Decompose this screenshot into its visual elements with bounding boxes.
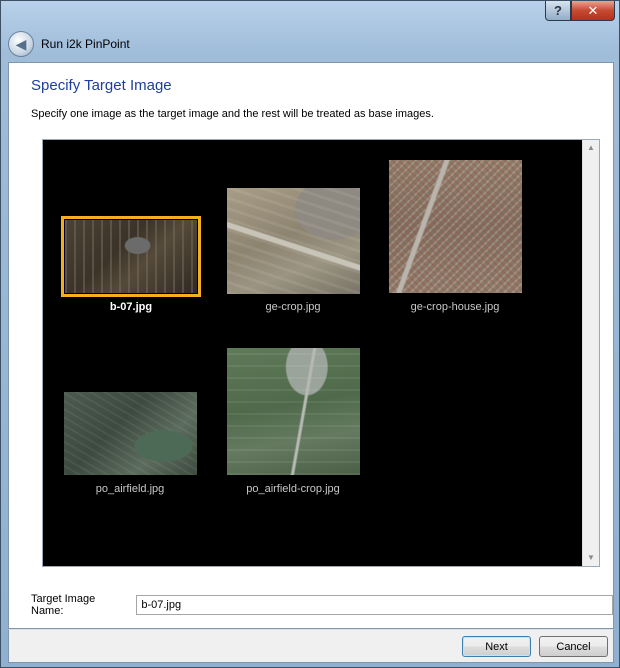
close-icon: ✕: [587, 2, 599, 18]
thumbnail-image[interactable]: [65, 220, 197, 293]
thumbnail-label: po_airfield.jpg: [95, 483, 165, 495]
cancel-button[interactable]: Cancel: [539, 636, 608, 657]
back-arrow-icon: ◀: [15, 35, 27, 52]
back-button[interactable]: ◀: [8, 31, 34, 57]
thumbnail-label: ge-crop-house.jpg: [410, 301, 500, 313]
scroll-up-icon[interactable]: ▲: [583, 140, 599, 156]
button-bar: Next Cancel: [8, 629, 614, 663]
thumbnail-label: ge-crop.jpg: [265, 301, 321, 313]
title-bar: ? ✕ ◀ Run i2k PinPoint: [1, 1, 619, 61]
target-image-name-label: Target Image Name:: [31, 593, 96, 617]
thumbnail-label: b-07.jpg: [109, 301, 153, 313]
close-button[interactable]: ✕: [571, 1, 615, 21]
dialog-window: ? ✕ ◀ Run i2k PinPoint Specify Target Im…: [0, 0, 620, 668]
wizard-content: Specify Target Image Specify one image a…: [8, 62, 614, 629]
thumbnail-image[interactable]: [64, 392, 197, 475]
help-button[interactable]: ?: [545, 1, 571, 21]
page-title: Specify Target Image: [31, 77, 172, 94]
thumbnail-label: po_airfield-crop.jpg: [246, 483, 340, 495]
target-image-name-input[interactable]: [136, 595, 613, 615]
image-thumbnail-viewer[interactable]: b-07.jpg ge-crop.jpg ge-crop-house.jpg p…: [42, 139, 600, 567]
scroll-down-icon[interactable]: ▼: [583, 550, 599, 566]
next-button[interactable]: Next: [462, 636, 531, 657]
vertical-scrollbar[interactable]: ▲ ▼: [582, 140, 599, 566]
help-icon: ?: [554, 3, 562, 18]
thumbnail-image[interactable]: [227, 188, 360, 294]
page-description: Specify one image as the target image an…: [31, 108, 434, 120]
caption-buttons: ? ✕: [545, 1, 615, 21]
thumbnail-image[interactable]: [227, 348, 360, 475]
window-title: Run i2k PinPoint: [41, 37, 130, 51]
thumbnail-image[interactable]: [389, 160, 522, 293]
target-image-name-row: Target Image Name:: [31, 593, 613, 617]
